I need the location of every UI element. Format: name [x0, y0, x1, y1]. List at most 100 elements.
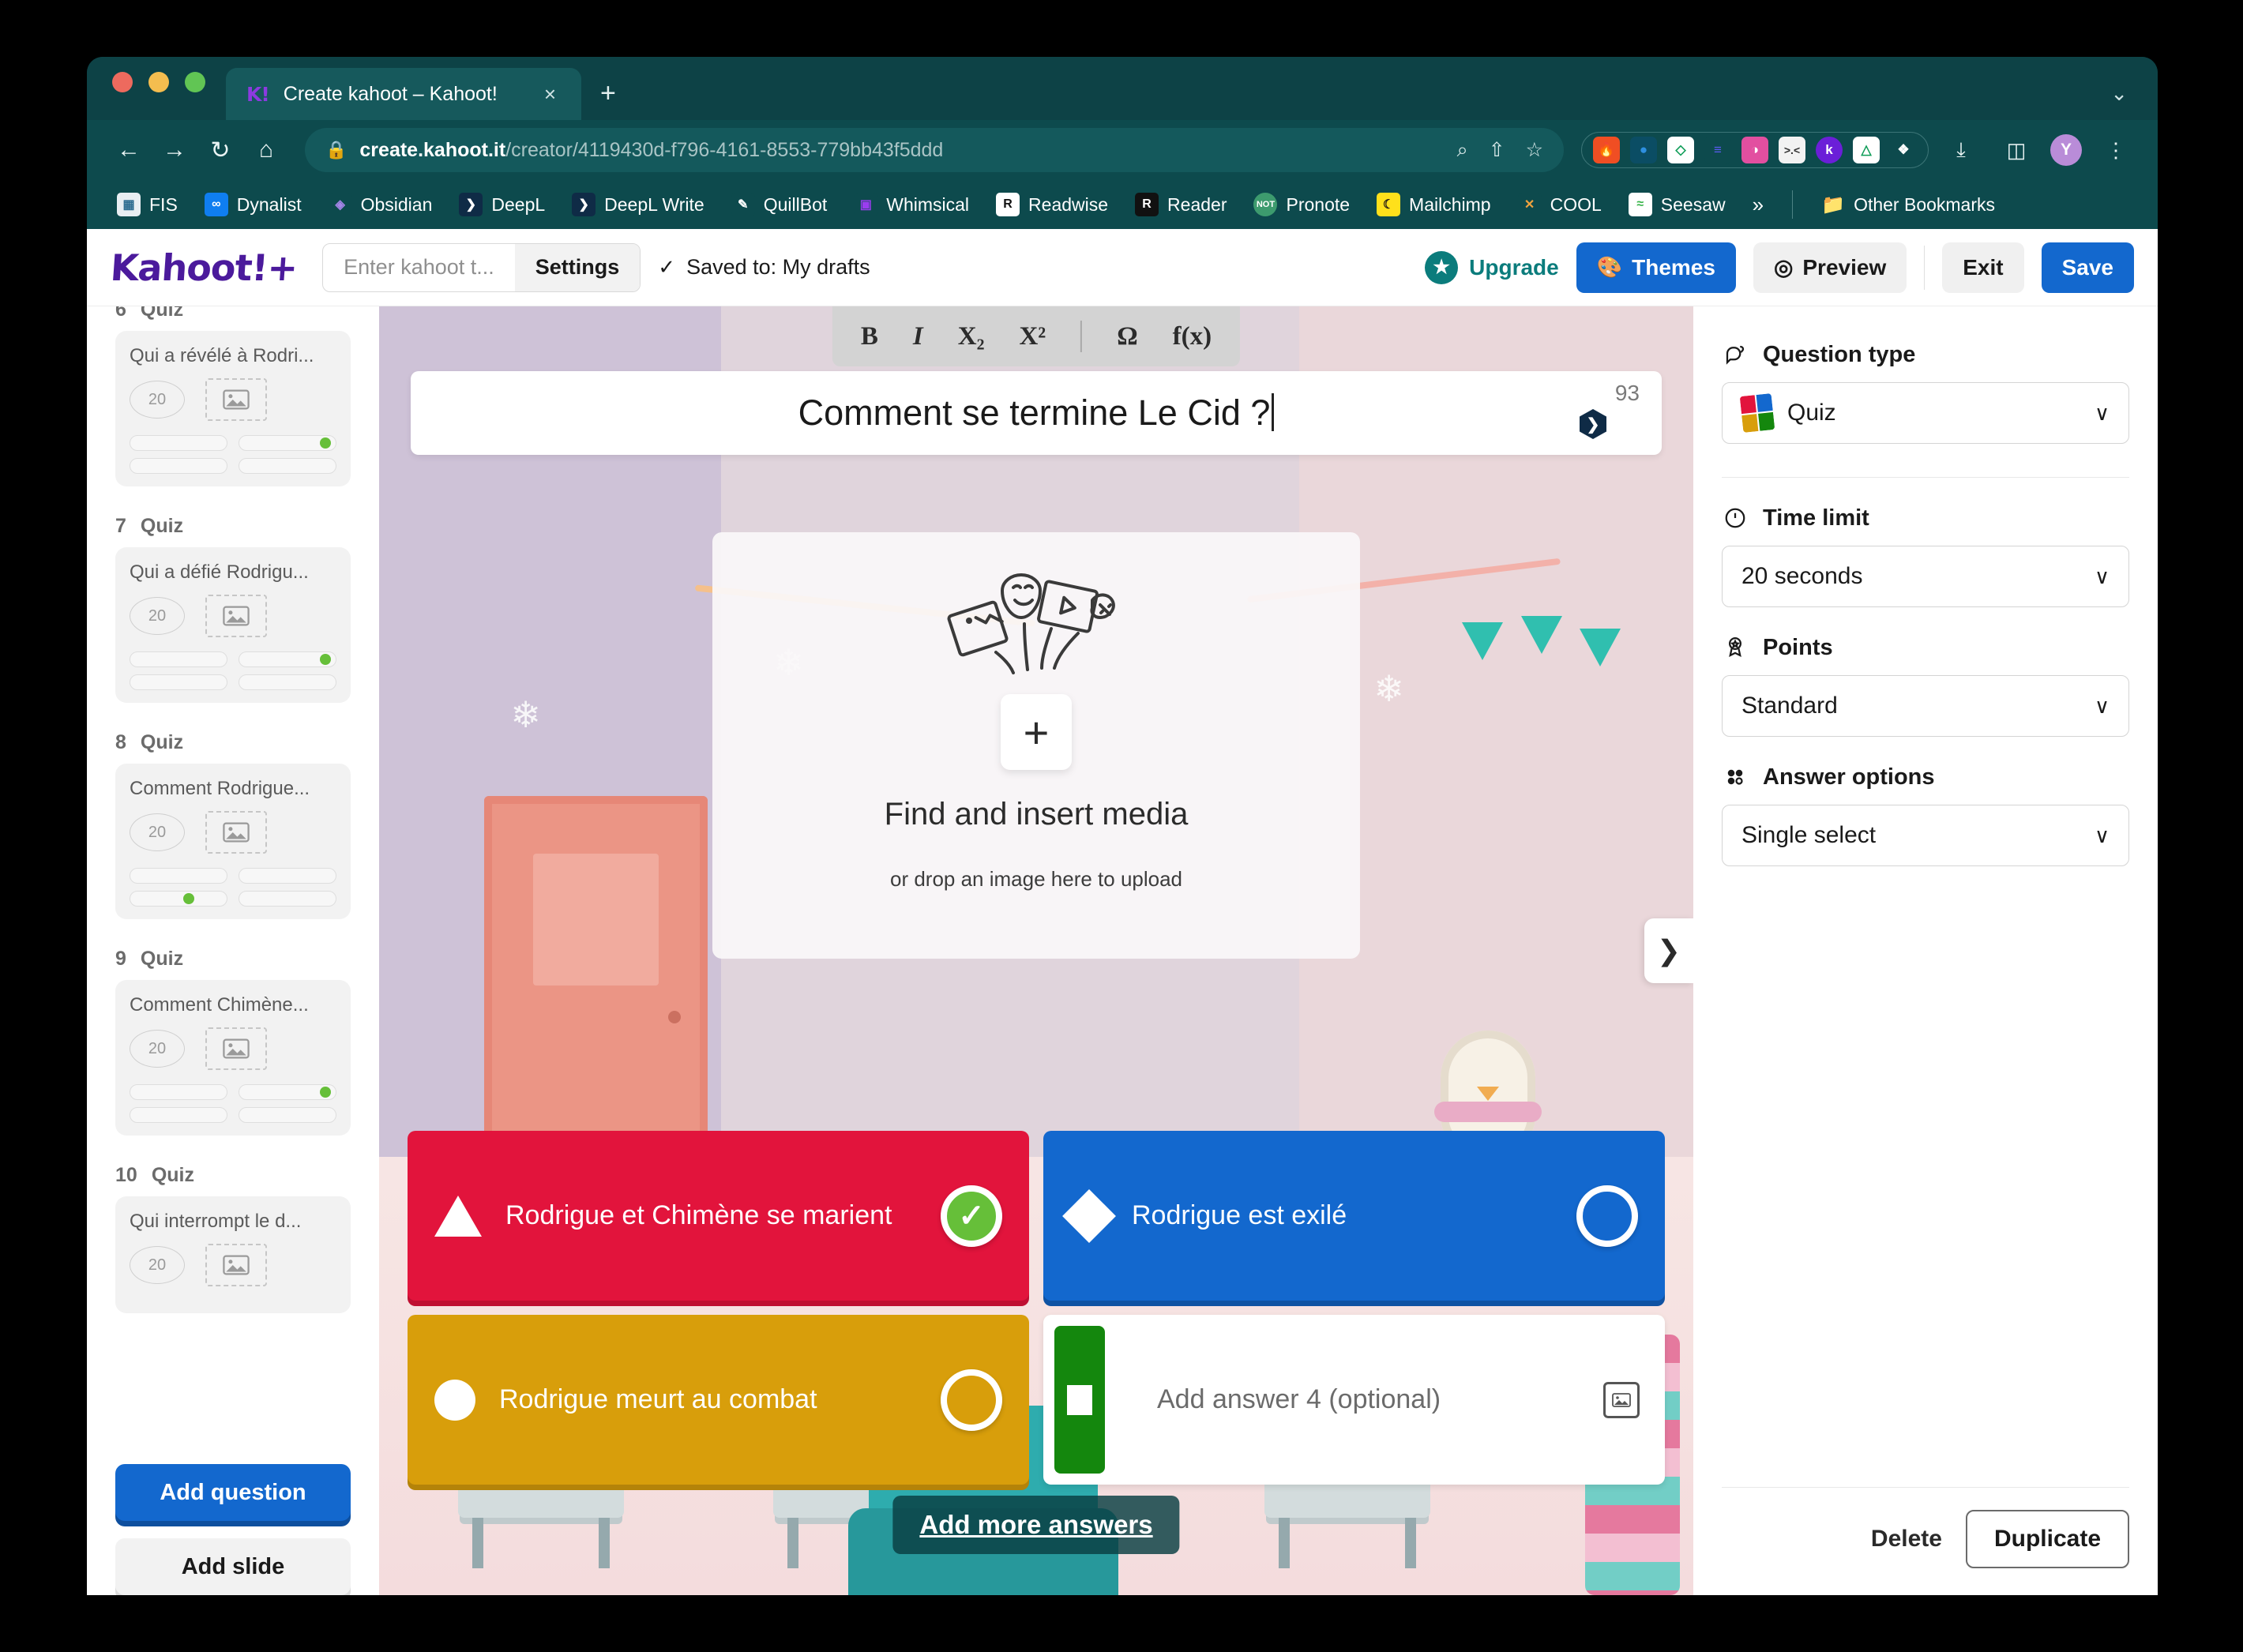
answer-image-button[interactable]	[1603, 1381, 1640, 1418]
kahoot-title-input[interactable]: Enter kahoot t...	[323, 244, 515, 291]
answer-tile-4[interactable]: Add answer 4 (optional)	[1043, 1315, 1665, 1485]
bookmark-reader[interactable]: R Reader	[1125, 188, 1236, 221]
bookmark-mailchimp[interactable]: ☾ Mailchimp	[1367, 188, 1501, 221]
sidebar-question-6[interactable]: 6 Quiz Qui a révélé à Rodri... 20	[115, 306, 351, 486]
google-keep-extension-icon[interactable]: ◇	[1667, 137, 1694, 163]
add-slide-button[interactable]: Add slide	[115, 1538, 351, 1595]
image-placeholder-icon	[205, 378, 267, 421]
back-icon[interactable]: ←	[107, 129, 150, 171]
maximize-window-button[interactable]	[185, 72, 205, 92]
browser-tab[interactable]: K! Create kahoot – Kahoot! ×	[226, 68, 581, 120]
sidebar-question-10[interactable]: 10 Quiz Qui interrompt le d... 20	[115, 1164, 351, 1313]
add-question-button[interactable]: Add question	[115, 1464, 351, 1521]
answer-text-3[interactable]: Rodrigue meurt au combat	[499, 1383, 917, 1417]
question-list[interactable]: 6 Quiz Qui a révélé à Rodri... 20 7 Quiz…	[87, 306, 379, 1456]
question-type-value: Quiz	[1787, 400, 1836, 426]
search-icon[interactable]: ⌕	[1457, 139, 1468, 162]
add-more-answers-button[interactable]: Add more answers	[892, 1496, 1180, 1554]
duplicate-button[interactable]: Duplicate	[1965, 1510, 2129, 1568]
correct-toggle-1[interactable]: ✓	[941, 1185, 1002, 1247]
kahoot-logo[interactable]: Kahoot!+	[109, 246, 299, 289]
answer-options-label-row: Answer options	[1722, 764, 2129, 790]
answer-text-1[interactable]: Rodrigue et Chimène se marient	[505, 1199, 917, 1233]
italic-button[interactable]: I	[913, 322, 923, 351]
bookmark-readwise[interactable]: R Readwise	[986, 188, 1118, 221]
face-extension-icon[interactable]: >.<	[1779, 137, 1805, 163]
bot-extension-icon[interactable]: ◑	[1741, 137, 1768, 163]
puzzle-extension-icon[interactable]: ❖	[1890, 137, 1917, 163]
correct-toggle-3[interactable]	[941, 1369, 1002, 1431]
download-icon[interactable]: ⤓	[1940, 129, 1982, 171]
question-card[interactable]: Qui a révélé à Rodri... 20	[115, 331, 351, 486]
delete-button[interactable]: Delete	[1871, 1526, 1942, 1553]
google-drive-extension-icon[interactable]: △	[1853, 137, 1880, 163]
sidebar-question-7[interactable]: 7 Quiz Qui a défié Rodrigu... 20	[115, 515, 351, 703]
home-icon[interactable]: ⌂	[245, 129, 287, 171]
bookmark-quillbot[interactable]: ✎ QuillBot	[722, 188, 837, 221]
new-tab-button[interactable]: +	[600, 78, 616, 109]
deepl-icon[interactable]: ❯	[1580, 409, 1606, 439]
browser-menu-icon[interactable]: ⋮	[2095, 129, 2137, 171]
formula-button[interactable]: f(x)	[1173, 322, 1212, 351]
blue-dot-extension-icon[interactable]: ●	[1630, 137, 1657, 163]
exit-button[interactable]: Exit	[1942, 242, 2024, 293]
bookmark-obsidian[interactable]: ◈ Obsidian	[319, 188, 442, 221]
question-card[interactable]: Qui a défié Rodrigu... 20	[115, 547, 351, 703]
address-bar[interactable]: 🔒 create.kahoot.it/creator/4119430d-f796…	[305, 128, 1564, 172]
bookmark-cool[interactable]: ✕ COOL	[1508, 188, 1611, 221]
bookmarks-overflow-icon[interactable]: »	[1743, 193, 1773, 217]
fire-extension-icon[interactable]: 🔥	[1593, 137, 1620, 163]
question-card[interactable]: Qui interrompt le d... 20	[115, 1196, 351, 1313]
add-media-button[interactable]: +	[1001, 694, 1072, 770]
side-panel-icon[interactable]: ◫	[1995, 129, 2038, 171]
close-tab-icon[interactable]: ×	[536, 79, 564, 109]
points-select[interactable]: Standard ∨	[1722, 675, 2129, 737]
bookmark-pronote[interactable]: NOT Pronote	[1244, 188, 1359, 221]
time-limit-select[interactable]: 20 seconds ∨	[1722, 546, 2129, 607]
symbol-button[interactable]: Ω	[1117, 322, 1137, 351]
superscript-button[interactable]: X²	[1019, 322, 1046, 351]
bookmark-whimsical[interactable]: ▣ Whimsical	[844, 188, 979, 221]
themes-button[interactable]: 🎨 Themes	[1576, 242, 1736, 293]
sidebar-question-8[interactable]: 8 Quiz Comment Rodrigue... 20	[115, 731, 351, 919]
forward-icon[interactable]: →	[153, 129, 196, 171]
kahoot-extension-icon[interactable]: k	[1816, 137, 1843, 163]
share-icon[interactable]: ⇧	[1489, 138, 1505, 162]
answer-tile-2[interactable]: Rodrigue est exilé	[1043, 1131, 1665, 1301]
next-question-arrow-icon[interactable]: ❯	[1644, 918, 1693, 983]
correct-toggle-2[interactable]	[1576, 1185, 1638, 1247]
bookmark-star-icon[interactable]: ☆	[1526, 138, 1543, 162]
media-placeholder[interactable]: + Find and insert media or drop an image…	[712, 532, 1360, 959]
bookmark-deepl-write[interactable]: ❯ DeepL Write	[562, 188, 714, 221]
answer-tile-1[interactable]: Rodrigue et Chimène se marient ✓	[408, 1131, 1029, 1301]
question-type-field: Question type Quiz ∨	[1722, 341, 2129, 444]
minimize-window-button[interactable]	[148, 72, 169, 92]
list-extension-icon[interactable]: ≡	[1704, 137, 1731, 163]
upgrade-button[interactable]: ★ Upgrade	[1425, 250, 1559, 284]
chevron-down-icon[interactable]: ⌄	[2110, 81, 2128, 106]
reload-icon[interactable]: ↻	[199, 129, 242, 171]
bookmark-deepl[interactable]: ❯ DeepL	[449, 188, 554, 221]
bold-button[interactable]: B	[861, 322, 878, 351]
subscript-button[interactable]: X₂	[958, 322, 985, 351]
settings-button[interactable]: Settings	[514, 243, 641, 291]
question-title-input[interactable]: Comment se termine Le Cid ? 93 ❯	[411, 371, 1662, 455]
answer-options-select[interactable]: Single select ∨	[1722, 805, 2129, 866]
save-button[interactable]: Save	[2041, 242, 2134, 293]
answer-bar	[239, 891, 336, 907]
answer-text-2[interactable]: Rodrigue est exilé	[1132, 1199, 1553, 1233]
themes-label: Themes	[1632, 254, 1715, 280]
sidebar-question-9[interactable]: 9 Quiz Comment Chimène... 20	[115, 948, 351, 1136]
answer-tile-3[interactable]: Rodrigue meurt au combat	[408, 1315, 1029, 1485]
close-window-button[interactable]	[112, 72, 133, 92]
bookmark-fis[interactable]: ▦ FIS	[107, 188, 187, 221]
bookmark-seesaw[interactable]: ≈ Seesaw	[1619, 188, 1735, 221]
question-card[interactable]: Comment Rodrigue... 20	[115, 764, 351, 919]
preview-button[interactable]: ◎ Preview	[1753, 242, 1907, 293]
other-bookmarks-folder[interactable]: 📁 Other Bookmarks	[1812, 188, 2004, 221]
bookmark-dynalist[interactable]: ∞ Dynalist	[195, 188, 311, 221]
avatar[interactable]: Y	[2050, 134, 2082, 166]
answer-input-4[interactable]: Add answer 4 (optional)	[1129, 1315, 1580, 1485]
question-type-select[interactable]: Quiz ∨	[1722, 382, 2129, 444]
question-card[interactable]: Comment Chimène... 20	[115, 980, 351, 1136]
